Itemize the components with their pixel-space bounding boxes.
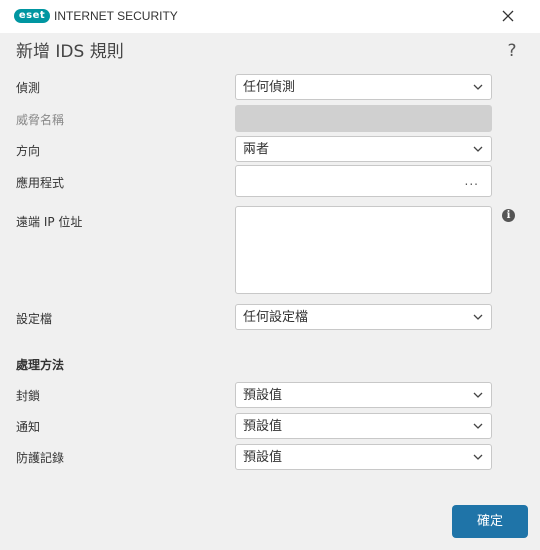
notify-select[interactable]: 預設值 (235, 413, 492, 439)
chevron-down-icon (473, 314, 483, 320)
direction-label: 方向 (16, 144, 41, 158)
info-icon[interactable]: i (502, 209, 515, 222)
remote-ip-label: 遠端 IP 位址 (16, 215, 83, 229)
threat-name-input (235, 105, 492, 132)
notify-value: 預設值 (243, 419, 283, 434)
chevron-down-icon (473, 84, 483, 90)
title-bar: eset INTERNET SECURITY (0, 0, 540, 33)
profile-label: 設定檔 (16, 312, 53, 326)
threat-name-label: 威脅名稱 (16, 113, 65, 127)
application-label: 應用程式 (16, 176, 65, 190)
close-icon (502, 10, 514, 22)
block-label: 封鎖 (16, 389, 41, 403)
direction-value: 兩者 (243, 142, 270, 157)
page-title: 新增 IDS 規則 (16, 42, 124, 62)
log-value: 預設值 (243, 450, 283, 465)
direction-select[interactable]: 兩者 (235, 136, 492, 162)
detection-label: 偵測 (16, 81, 41, 95)
log-label: 防護記錄 (16, 451, 65, 465)
detection-value: 任何偵測 (243, 80, 296, 95)
close-button[interactable] (498, 6, 518, 26)
application-input[interactable]: ... (235, 165, 492, 197)
profile-value: 任何設定檔 (243, 310, 309, 325)
remote-ip-textarea[interactable] (235, 206, 492, 294)
help-icon[interactable]: ? (504, 40, 520, 62)
block-select[interactable]: 預設值 (235, 382, 492, 408)
action-heading: 處理方法 (16, 358, 65, 372)
chevron-down-icon (473, 146, 483, 152)
chevron-down-icon (473, 454, 483, 460)
browse-button[interactable]: ... (465, 175, 479, 187)
chevron-down-icon (473, 392, 483, 398)
log-select[interactable]: 預設值 (235, 444, 492, 470)
chevron-down-icon (473, 423, 483, 429)
ok-button[interactable]: 確定 (452, 505, 528, 538)
detection-select[interactable]: 任何偵測 (235, 74, 492, 100)
eset-logo: eset (14, 9, 50, 23)
profile-select[interactable]: 任何設定檔 (235, 304, 492, 330)
block-value: 預設值 (243, 388, 283, 403)
notify-label: 通知 (16, 420, 41, 434)
app-title: INTERNET SECURITY (54, 9, 178, 23)
